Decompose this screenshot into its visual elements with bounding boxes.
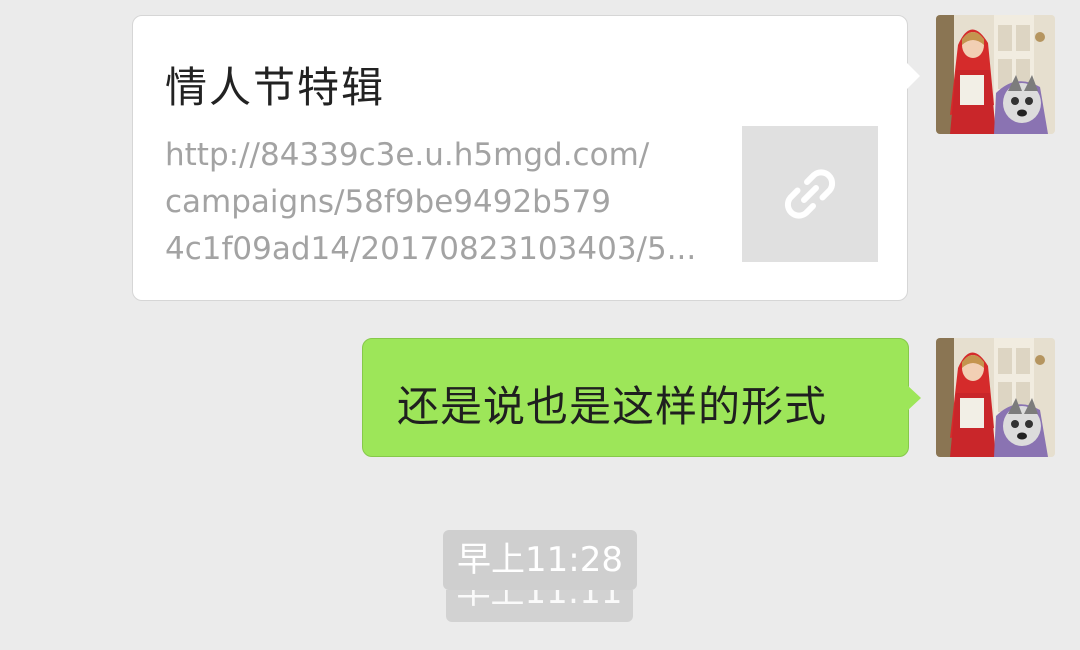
avatar[interactable] [936, 338, 1055, 457]
avatar[interactable] [936, 15, 1055, 134]
chat-window: 情人节特辑 http://84339c3e.u.h5mgd.com/ campa… [0, 0, 1080, 650]
bubble-tail [907, 385, 921, 411]
link-card-url-line: campaigns/58f9be9492b579 [165, 184, 612, 220]
link-card-title: 情人节特辑 [165, 63, 386, 112]
message-text: 还是说也是这样的形式 [397, 382, 828, 431]
link-card-url: http://84339c3e.u.h5mgd.com/ campaigns/5… [165, 132, 725, 273]
link-card-thumbnail [742, 126, 878, 262]
bubble-tail [906, 62, 920, 90]
link-card-url-line: http://84339c3e.u.h5mgd.com/ [165, 137, 650, 173]
timestamp-ghost: 早上11:11 [446, 590, 633, 622]
sent-text-message[interactable]: 还是说也是这样的形式 [362, 338, 921, 457]
link-card-url-line: 4c1f09ad14/20170823103403/5... [165, 231, 697, 267]
timestamp-badge: 早上11:28 [443, 530, 637, 590]
timestamp-ghost-text: 早上11:11 [456, 590, 623, 612]
link-card-message[interactable]: 情人节特辑 http://84339c3e.u.h5mgd.com/ campa… [132, 15, 920, 301]
user-avatar-photo [936, 15, 1055, 134]
link-icon [784, 169, 836, 219]
user-avatar-photo [936, 338, 1055, 457]
